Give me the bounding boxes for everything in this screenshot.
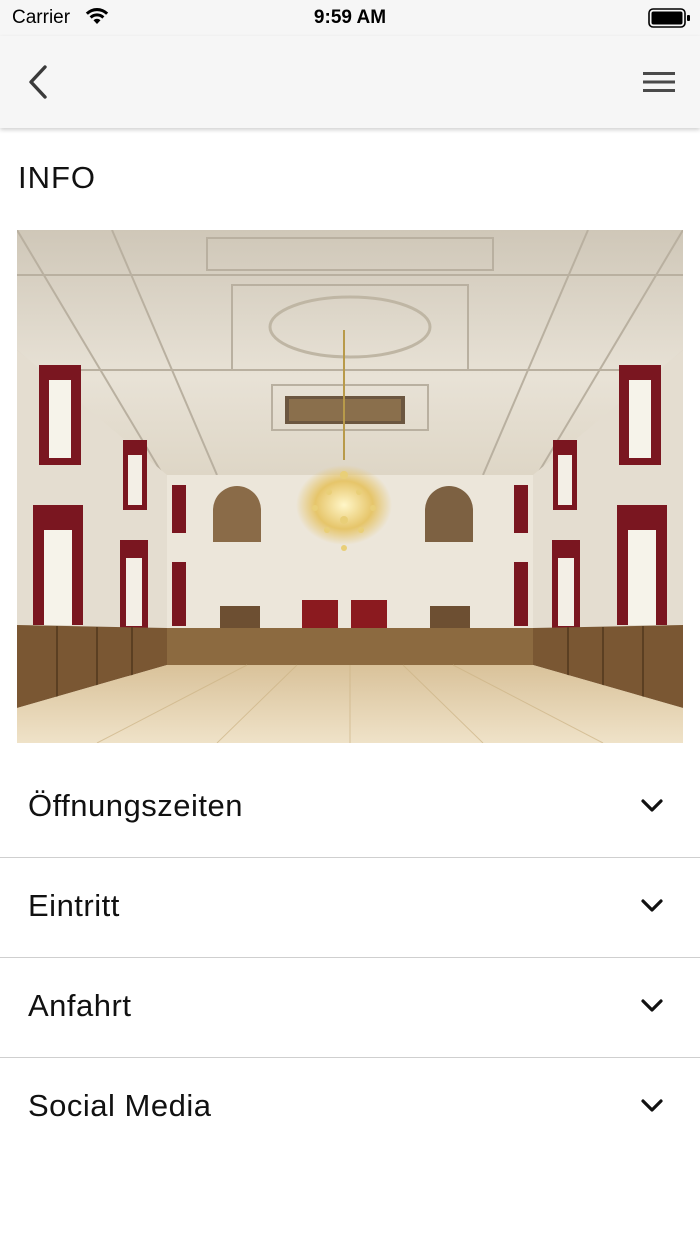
hamburger-menu-icon (643, 72, 675, 92)
chevron-down-icon (641, 999, 663, 1012)
info-accordion: Öffnungszeiten Eintritt Anfahrt Social M… (0, 758, 700, 1157)
navigation-bar (0, 36, 700, 128)
page-title: INFO (18, 160, 97, 195)
clock: 9:59 AM (313, 7, 387, 28)
accordion-item-oeffnungszeiten[interactable]: Öffnungszeiten (0, 758, 700, 858)
ballroom-photo (17, 230, 683, 743)
status-bar: Carrier 9:59 AM (0, 0, 700, 36)
accordion-label: Öffnungszeiten (28, 788, 243, 823)
accordion-item-social-media[interactable]: Social Media (0, 1058, 700, 1157)
accordion-item-eintritt[interactable]: Eintritt (0, 858, 700, 958)
menu-button[interactable] (636, 62, 682, 102)
chevron-down-icon (641, 799, 663, 812)
chevron-down-icon (641, 899, 663, 912)
accordion-label: Eintritt (28, 888, 120, 923)
battery-icon (648, 8, 690, 28)
chevron-down-icon (641, 1099, 663, 1112)
accordion-item-anfahrt[interactable]: Anfahrt (0, 958, 700, 1058)
accordion-label: Anfahrt (28, 988, 132, 1023)
accordion-label: Social Media (28, 1088, 212, 1123)
chevron-left-icon (29, 65, 47, 99)
hero-image (17, 230, 683, 743)
back-button[interactable] (18, 60, 58, 104)
